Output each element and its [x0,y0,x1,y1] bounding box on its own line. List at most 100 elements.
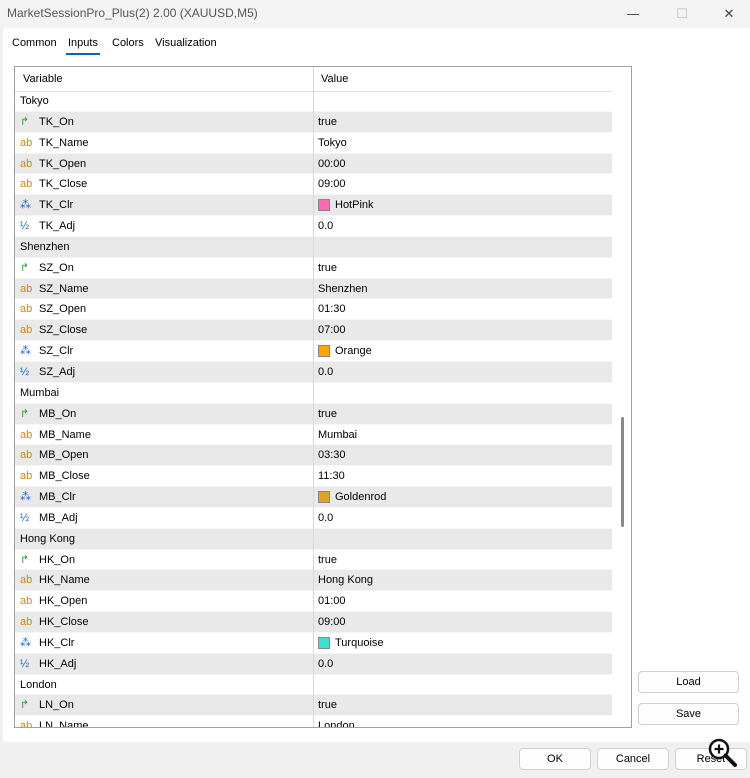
value-cell[interactable]: true [318,116,337,128]
value-text: Mumbai [318,428,358,441]
value-text: HotPink [335,199,374,212]
variable-name: SZ_Open [39,303,87,316]
value-text: 03:30 [318,449,346,462]
bool-arrow-icon: ↱ [20,261,30,274]
value-cell[interactable]: Hong Kong [318,574,373,586]
zoom-in-icon[interactable] [706,736,738,768]
number-half-icon: ½ [20,220,30,233]
string-ab-icon: ab [20,282,33,295]
tab-colors[interactable]: Colors [112,37,144,49]
column-header-value[interactable]: Value [321,73,348,85]
value-text: Turquoise [335,636,384,649]
variable-name: HK_On [39,553,76,566]
color-swatch [318,345,330,358]
string-ab-icon: ab [20,449,33,462]
string-ab-icon: ab [20,178,33,191]
value-cell[interactable]: true [318,262,337,274]
value-text: Shenzhen [318,282,368,295]
variable-name: Hong Kong [20,532,76,545]
string-ab-icon: ab [20,574,33,587]
variable-name: SZ_Clr [39,345,74,358]
tab-inputs[interactable]: Inputs [68,37,98,49]
variable-name: MB_Adj [39,511,78,524]
value-text: 11:30 [318,470,345,483]
cancel-button[interactable]: Cancel [597,748,669,770]
title-bar: MarketSessionPro_Plus(2) 2.00 (XAUUSD,M5… [0,0,750,28]
bool-arrow-icon: ↱ [20,407,30,420]
color-palette-icon: ⁂ [20,345,31,358]
bool-arrow-icon: ↱ [20,553,30,566]
value-cell[interactable]: Tokyo [318,137,347,149]
variable-name: SZ_Close [39,324,88,337]
tab-common[interactable]: Common [12,37,57,49]
string-ab-icon: ab [20,136,33,149]
save-button[interactable]: Save [638,703,739,725]
value-cell[interactable]: 01:30 [318,303,346,315]
string-ab-icon: ab [20,324,33,337]
maximize-icon: ☐ [676,6,688,22]
string-ab-icon: ab [20,595,33,608]
value-text: true [318,553,337,566]
close-icon: ✕ [723,6,735,22]
close-button[interactable]: ✕ [706,0,750,28]
color-value[interactable]: Goldenrod [318,491,387,504]
value-cell[interactable]: Shenzhen [318,283,368,295]
variable-name: HK_Clr [39,636,75,649]
value-cell[interactable]: Mumbai [318,429,357,441]
string-ab-icon: ab [20,157,33,170]
inputs-grid[interactable]: Variable Value Tokyo ↱ TK_On true ab TK_Name T… [14,66,632,728]
value-cell[interactable]: 01:00 [318,595,346,607]
value-text: Goldenrod [335,491,387,504]
value-cell[interactable]: 0.0 [318,366,333,378]
load-button[interactable]: Load [638,671,739,693]
column-header-variable[interactable]: Variable [23,73,63,85]
variable-name: HK_Close [39,616,89,629]
string-ab-icon: ab [20,720,33,728]
variable-name: MB_Name [39,428,91,441]
value-cell[interactable]: 0.0 [318,512,333,524]
value-cell[interactable]: 09:00 [318,616,346,628]
value-cell[interactable]: 11:30 [318,470,345,482]
color-value[interactable]: HotPink [318,199,374,212]
variable-name: TK_Open [39,157,87,170]
value-text: Tokyo [318,136,347,149]
bool-arrow-icon: ↱ [20,115,30,128]
variable-name: HK_Name [39,574,90,587]
value-cell[interactable]: 03:30 [318,449,346,461]
number-half-icon: ½ [20,365,30,378]
value-cell[interactable]: true [318,554,337,566]
color-swatch [318,199,330,212]
value-cell[interactable]: true [318,699,337,711]
value-cell[interactable]: London [318,720,355,727]
tab-visualization[interactable]: Visualization [155,37,217,49]
variable-name: TK_Adj [39,220,76,233]
color-value[interactable]: Turquoise [318,636,384,649]
value-cell[interactable]: 09:00 [318,178,346,190]
value-cell[interactable]: 07:00 [318,324,346,336]
ok-button[interactable]: OK [519,748,591,770]
minimize-button[interactable]: — [610,0,656,28]
value-cell[interactable]: 0.0 [318,658,333,670]
color-swatch [318,491,330,504]
maximize-button[interactable]: ☐ [659,0,705,28]
value-text: 0.0 [318,657,334,670]
value-cell[interactable]: 0.0 [318,220,333,232]
variable-name: LN_On [39,699,74,712]
scrollbar-thumb[interactable] [621,417,624,527]
value-cell[interactable]: 00:00 [318,158,346,170]
color-value[interactable]: Orange [318,345,372,358]
value-text: 01:30 [318,303,346,316]
string-ab-icon: ab [20,616,33,629]
number-half-icon: ½ [20,657,30,670]
variable-name: TK_On [39,115,74,128]
variable-name: MB_Clr [39,491,76,504]
vertical-scrollbar[interactable] [615,67,631,727]
value-text: 0.0 [318,365,334,378]
column-divider[interactable] [313,67,314,727]
value-text: Orange [335,345,372,358]
value-cell[interactable]: true [318,408,337,420]
variable-name: TK_Clr [39,199,74,212]
value-text: true [318,407,337,420]
variable-name: LN_Name [39,720,89,728]
value-text: true [318,261,337,274]
